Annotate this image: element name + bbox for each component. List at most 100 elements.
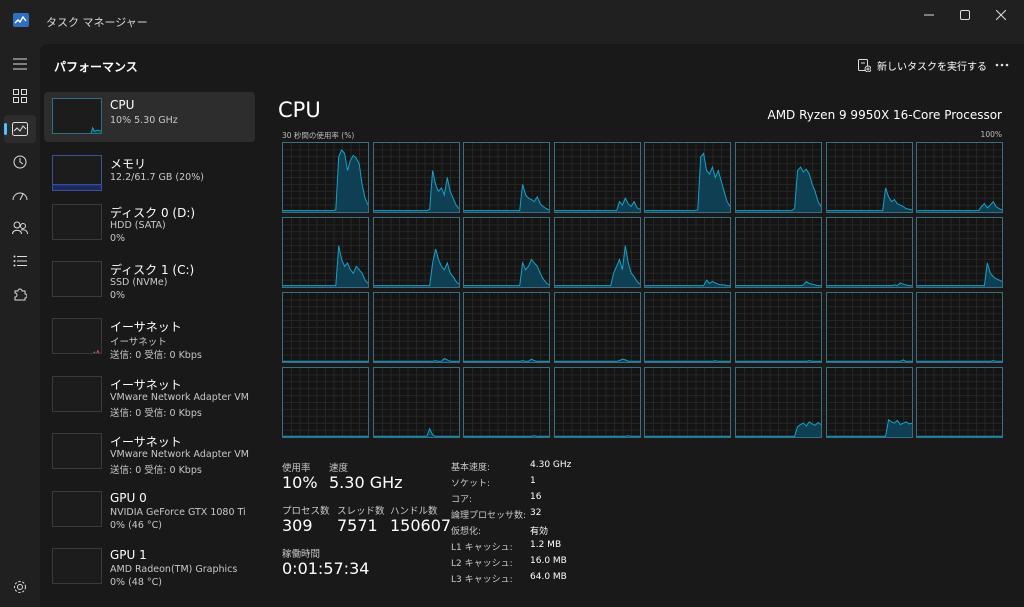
nav-services[interactable] [4,280,36,308]
perf-item-disk-1[interactable]: ディスク 1 (C:) SSD (NVMe) 0% [44,255,255,305]
page-title: パフォーマンス [54,60,138,74]
cpu-core-graph-24 [282,367,369,438]
perf-item-memory[interactable]: メモリ 12.2/61.7 GB (20%) [44,149,255,199]
spec-key: 論理プロセッサ数: [451,511,527,521]
cpu-core-graph-27 [553,367,641,438]
cpu-core-chart [826,368,912,437]
nav-rail [0,44,40,607]
cpu-core-chart [283,218,368,287]
handles-value: 150607 [390,516,452,535]
cpu-core-graph-20 [644,292,732,363]
spec-key: L1 キャッシュ: [451,543,513,553]
cpu-core-chart [464,368,550,437]
perf-item-detail: イーサネット [110,337,167,348]
cpu-core-graph-23 [916,292,1004,363]
cpu-core-chart [464,143,550,212]
perf-item-gpu-0[interactable]: GPU 0 NVIDIA GeForce GTX 1080 Ti 0% (46 … [44,485,255,535]
spec-value: 16 [530,492,542,502]
uptime-value: 0:01:57:34 [282,559,370,578]
perf-item-name: ディスク 1 (C:) [110,263,195,277]
nav-details[interactable] [4,247,36,275]
spec-key: L3 キャッシュ: [451,575,513,585]
cpu-core-chart [917,143,1003,212]
cpu-detail-panel: CPU AMD Ryzen 9 9950X 16-Core Processor … [278,92,1008,602]
disk-1-thumbnail-graph [52,261,102,297]
cpu-core-chart [917,293,1003,362]
perf-item-detail: 0% [110,290,126,301]
spec-value: 16.0 MB [530,556,567,566]
spec-value: 32 [530,508,542,518]
perf-item-detail: NVIDIA GeForce GTX 1080 Ti [110,507,246,518]
close-button[interactable] [978,0,1024,30]
cpu-core-graph-16 [282,292,369,363]
cpu-core-chart [373,218,459,287]
nav-users[interactable] [4,214,36,242]
nav-performance[interactable] [4,115,36,143]
spec-value: 1 [530,476,536,486]
cpu-core-chart [283,368,368,437]
perf-item-detail: SSD (NVMe) [110,277,168,288]
graph-time-label: 30 秒間の使用率 (%) [282,131,355,140]
more-options-button[interactable] [990,54,1014,76]
run-new-task-button[interactable]: 新しいタスクを実行する [858,54,987,76]
handles-label: ハンドル数 [390,506,438,517]
perf-item-gpu-1[interactable]: GPU 1 AMD Radeon(TM) Graphics 0% (48 °C) [44,542,255,592]
cpu-core-graph-9 [372,217,460,288]
spec-value: 1.2 MB [530,540,562,550]
details-list-icon [13,255,27,267]
cpu-core-graph-28 [644,367,732,438]
cpu-core-chart [464,218,550,287]
cpu-core-graph-30 [825,367,913,438]
perf-item-detail: 0% (48 °C) [110,577,162,588]
cpu-core-chart [826,218,912,287]
perf-item-detail: HDD (SATA) [110,220,166,231]
cpu-core-graph-2 [463,142,551,213]
cpu-core-chart [736,368,821,437]
cpu-core-graph-6 [825,142,913,213]
perf-item-detail: 送信: 0 受信: 0 Kbps [110,408,202,419]
processes-value: 309 [282,516,313,535]
perf-item-detail: 12.2/61.7 GB (20%) [110,172,204,183]
nav-processes[interactable] [4,82,36,110]
cpu-core-graph-8 [282,217,369,288]
perf-item-name: イーサネット [110,435,182,449]
cpu-core-graph-29 [735,367,822,438]
cpu-thumbnail-graph [52,98,102,134]
ethernet-thumbnail-graph [52,433,102,469]
perf-item-detail: VMware Network Adapter VM... [110,449,250,460]
threads-value: 7571 [337,516,378,535]
perf-item-ethernet-0[interactable]: イーサネット イーサネット 送信: 0 受信: 0 Kbps [44,312,255,362]
perf-item-disk-0[interactable]: ディスク 0 (D:) HDD (SATA) 0% [44,198,255,248]
ethernet-thumbnail-graph [52,318,102,354]
cpu-core-graph-grid[interactable] [282,142,1004,442]
spec-value: 64.0 MB [530,572,567,582]
perf-item-cpu[interactable]: CPU 10% 5.30 GHz [44,92,255,142]
minimize-icon [924,14,934,16]
cpu-core-graph-14 [825,217,913,288]
cpu-core-chart [917,368,1003,437]
perf-item-ethernet-1[interactable]: イーサネット VMware Network Adapter VM... 送信: … [44,370,255,420]
nav-app-history[interactable] [4,148,36,176]
spec-key: コア: [451,495,473,505]
users-icon [12,221,28,235]
usage-value: 10% [282,473,318,492]
perf-item-ethernet-2[interactable]: イーサネット VMware Network Adapter VM... 送信: … [44,427,255,477]
nav-settings[interactable] [4,573,36,601]
cpu-core-graph-0 [282,142,369,213]
perf-item-detail: AMD Radeon(TM) Graphics [110,564,238,575]
cpu-heading: CPU [278,98,321,122]
nav-startup-apps[interactable] [4,181,36,209]
cpu-core-chart [736,293,821,362]
net-thumb-line [93,349,101,353]
cpu-core-graph-21 [735,292,822,363]
cpu-core-chart [826,143,912,212]
cpu-core-graph-7 [916,142,1004,213]
cpu-core-graph-17 [372,292,460,363]
cpu-core-chart [283,293,368,362]
cpu-core-graph-15 [916,217,1004,288]
spec-key: ソケット: [451,479,491,489]
perf-item-name: GPU 1 [110,548,147,562]
graph-max-label: 100% [980,130,1002,139]
hamburger-menu-button[interactable] [4,50,36,78]
perf-item-name: メモリ [110,157,147,171]
